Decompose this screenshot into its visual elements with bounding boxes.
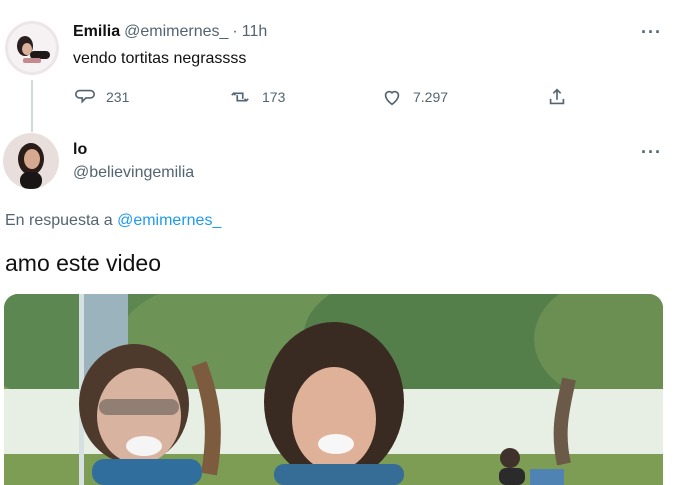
replying-to-label: En respuesta a <box>5 212 113 229</box>
reply-handle[interactable]: @believingemilia <box>73 164 194 182</box>
retweet-icon <box>231 92 249 102</box>
like-icon <box>384 90 400 106</box>
replying-to: En respuesta a @emimernes_ <box>5 212 221 230</box>
tweet-handle[interactable]: @emimernes_ <box>124 23 228 41</box>
tweet-display-name[interactable]: Emilia <box>73 23 120 41</box>
tweet-text: vendo tortitas negrassss <box>73 50 247 67</box>
video-preview[interactable] <box>4 294 663 485</box>
retweet-count: 173 <box>262 89 286 105</box>
more-icon[interactable]: ··· <box>641 22 662 43</box>
replying-to-handle[interactable]: @emimernes_ <box>117 212 221 229</box>
share-button[interactable] <box>546 86 568 113</box>
tweet-separator: · <box>232 23 238 40</box>
share-icon <box>549 88 565 105</box>
reply-icon <box>75 89 95 104</box>
avatar-emilia[interactable] <box>5 21 59 75</box>
avatar-lo[interactable] <box>3 133 59 189</box>
reply-count: 231 <box>106 89 130 105</box>
like-count: 7.297 <box>413 89 449 105</box>
like-button[interactable]: 7.297 <box>381 86 448 108</box>
reply-text: amo este video <box>5 250 161 276</box>
thread-line <box>31 80 33 132</box>
retweet-button[interactable]: 173 <box>228 86 285 108</box>
reply-button[interactable]: 231 <box>74 86 129 108</box>
tweet-header: Emilia @emimernes_ · 11h <box>73 23 267 41</box>
reply-more-icon[interactable]: ··· <box>641 142 662 163</box>
tweet-time[interactable]: 11h <box>242 23 268 41</box>
reply-display-name[interactable]: lo <box>73 141 87 159</box>
